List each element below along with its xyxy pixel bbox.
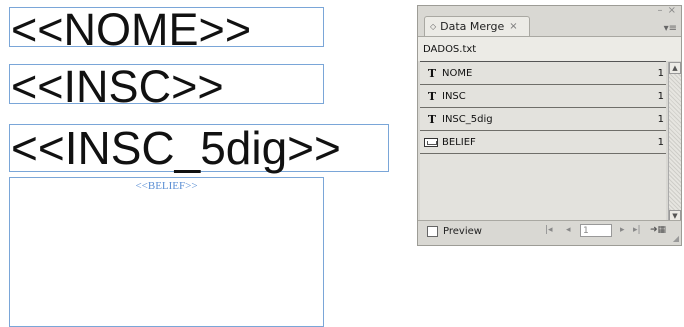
field-count: 1 bbox=[657, 137, 664, 148]
field-name: INSC_5dig bbox=[442, 113, 493, 125]
field-count: 1 bbox=[657, 114, 664, 125]
scroll-up-icon[interactable]: ▲ bbox=[669, 62, 681, 74]
last-record-icon[interactable]: ▸| bbox=[633, 225, 641, 235]
list-item[interactable]: BELIEF 1 bbox=[420, 131, 666, 154]
data-merge-panel: – × ◇ Data Merge × ▾≡ DADOS.txt T NOME 1… bbox=[417, 5, 682, 246]
previous-record-icon[interactable]: ◂ bbox=[566, 225, 571, 235]
record-number-input[interactable]: 1 bbox=[580, 224, 612, 237]
create-merged-document-icon[interactable]: ➜▦ bbox=[650, 225, 666, 235]
text-field-icon: T bbox=[427, 112, 437, 126]
field-list-scrollbar[interactable]: ▲ ▼ bbox=[668, 62, 681, 222]
next-record-icon[interactable]: ▸ bbox=[620, 225, 625, 235]
tab-data-merge[interactable]: ◇ Data Merge × bbox=[424, 16, 530, 36]
data-source-label: DADOS.txt bbox=[418, 36, 681, 61]
field-count: 1 bbox=[657, 68, 664, 79]
list-item[interactable]: T INSC 1 bbox=[420, 85, 666, 108]
image-frame-belief[interactable]: <<BELIEF>> bbox=[9, 177, 324, 327]
panel-window-controls[interactable]: – × bbox=[657, 5, 677, 16]
tab-label: Data Merge bbox=[440, 20, 505, 33]
field-name: BELIEF bbox=[442, 136, 476, 148]
text-field-icon: T bbox=[427, 89, 437, 103]
placeholder-insc: <<INSC>> bbox=[11, 61, 224, 112]
panel-footer: Preview |◂ ◂ 1 ▸ ▸| ➜▦ ◢ bbox=[418, 220, 681, 245]
image-field-icon bbox=[424, 137, 438, 147]
text-frame-insc[interactable]: <<INSC>> bbox=[9, 64, 324, 109]
field-name: INSC bbox=[442, 90, 466, 102]
diamond-icon: ◇ bbox=[430, 22, 437, 31]
list-item[interactable]: T NOME 1 bbox=[420, 62, 666, 85]
field-count: 1 bbox=[657, 91, 664, 102]
field-list: T NOME 1 T INSC 1 T INSC_5dig 1 BELIEF 1 bbox=[420, 61, 666, 222]
panel-menu-icon[interactable]: ▾≡ bbox=[664, 23, 677, 34]
list-item[interactable]: T INSC_5dig 1 bbox=[420, 108, 666, 131]
first-record-icon[interactable]: |◂ bbox=[545, 225, 553, 235]
text-field-icon: T bbox=[427, 66, 437, 80]
field-name: NOME bbox=[442, 67, 473, 79]
close-icon[interactable]: × bbox=[509, 21, 517, 32]
resize-grip-icon[interactable]: ◢ bbox=[673, 234, 679, 243]
text-frame-nome[interactable]: <<NOME>> bbox=[9, 7, 324, 52]
placeholder-nome: <<NOME>> bbox=[11, 4, 252, 55]
text-frame-insc-5dig[interactable]: <<INSC_5dig>> bbox=[9, 124, 389, 172]
placeholder-insc-5dig: <<INSC_5dig>> bbox=[11, 122, 341, 174]
preview-label: Preview bbox=[443, 226, 482, 237]
placeholder-belief: <<BELIEF>> bbox=[135, 180, 198, 192]
preview-checkbox[interactable] bbox=[427, 226, 438, 237]
